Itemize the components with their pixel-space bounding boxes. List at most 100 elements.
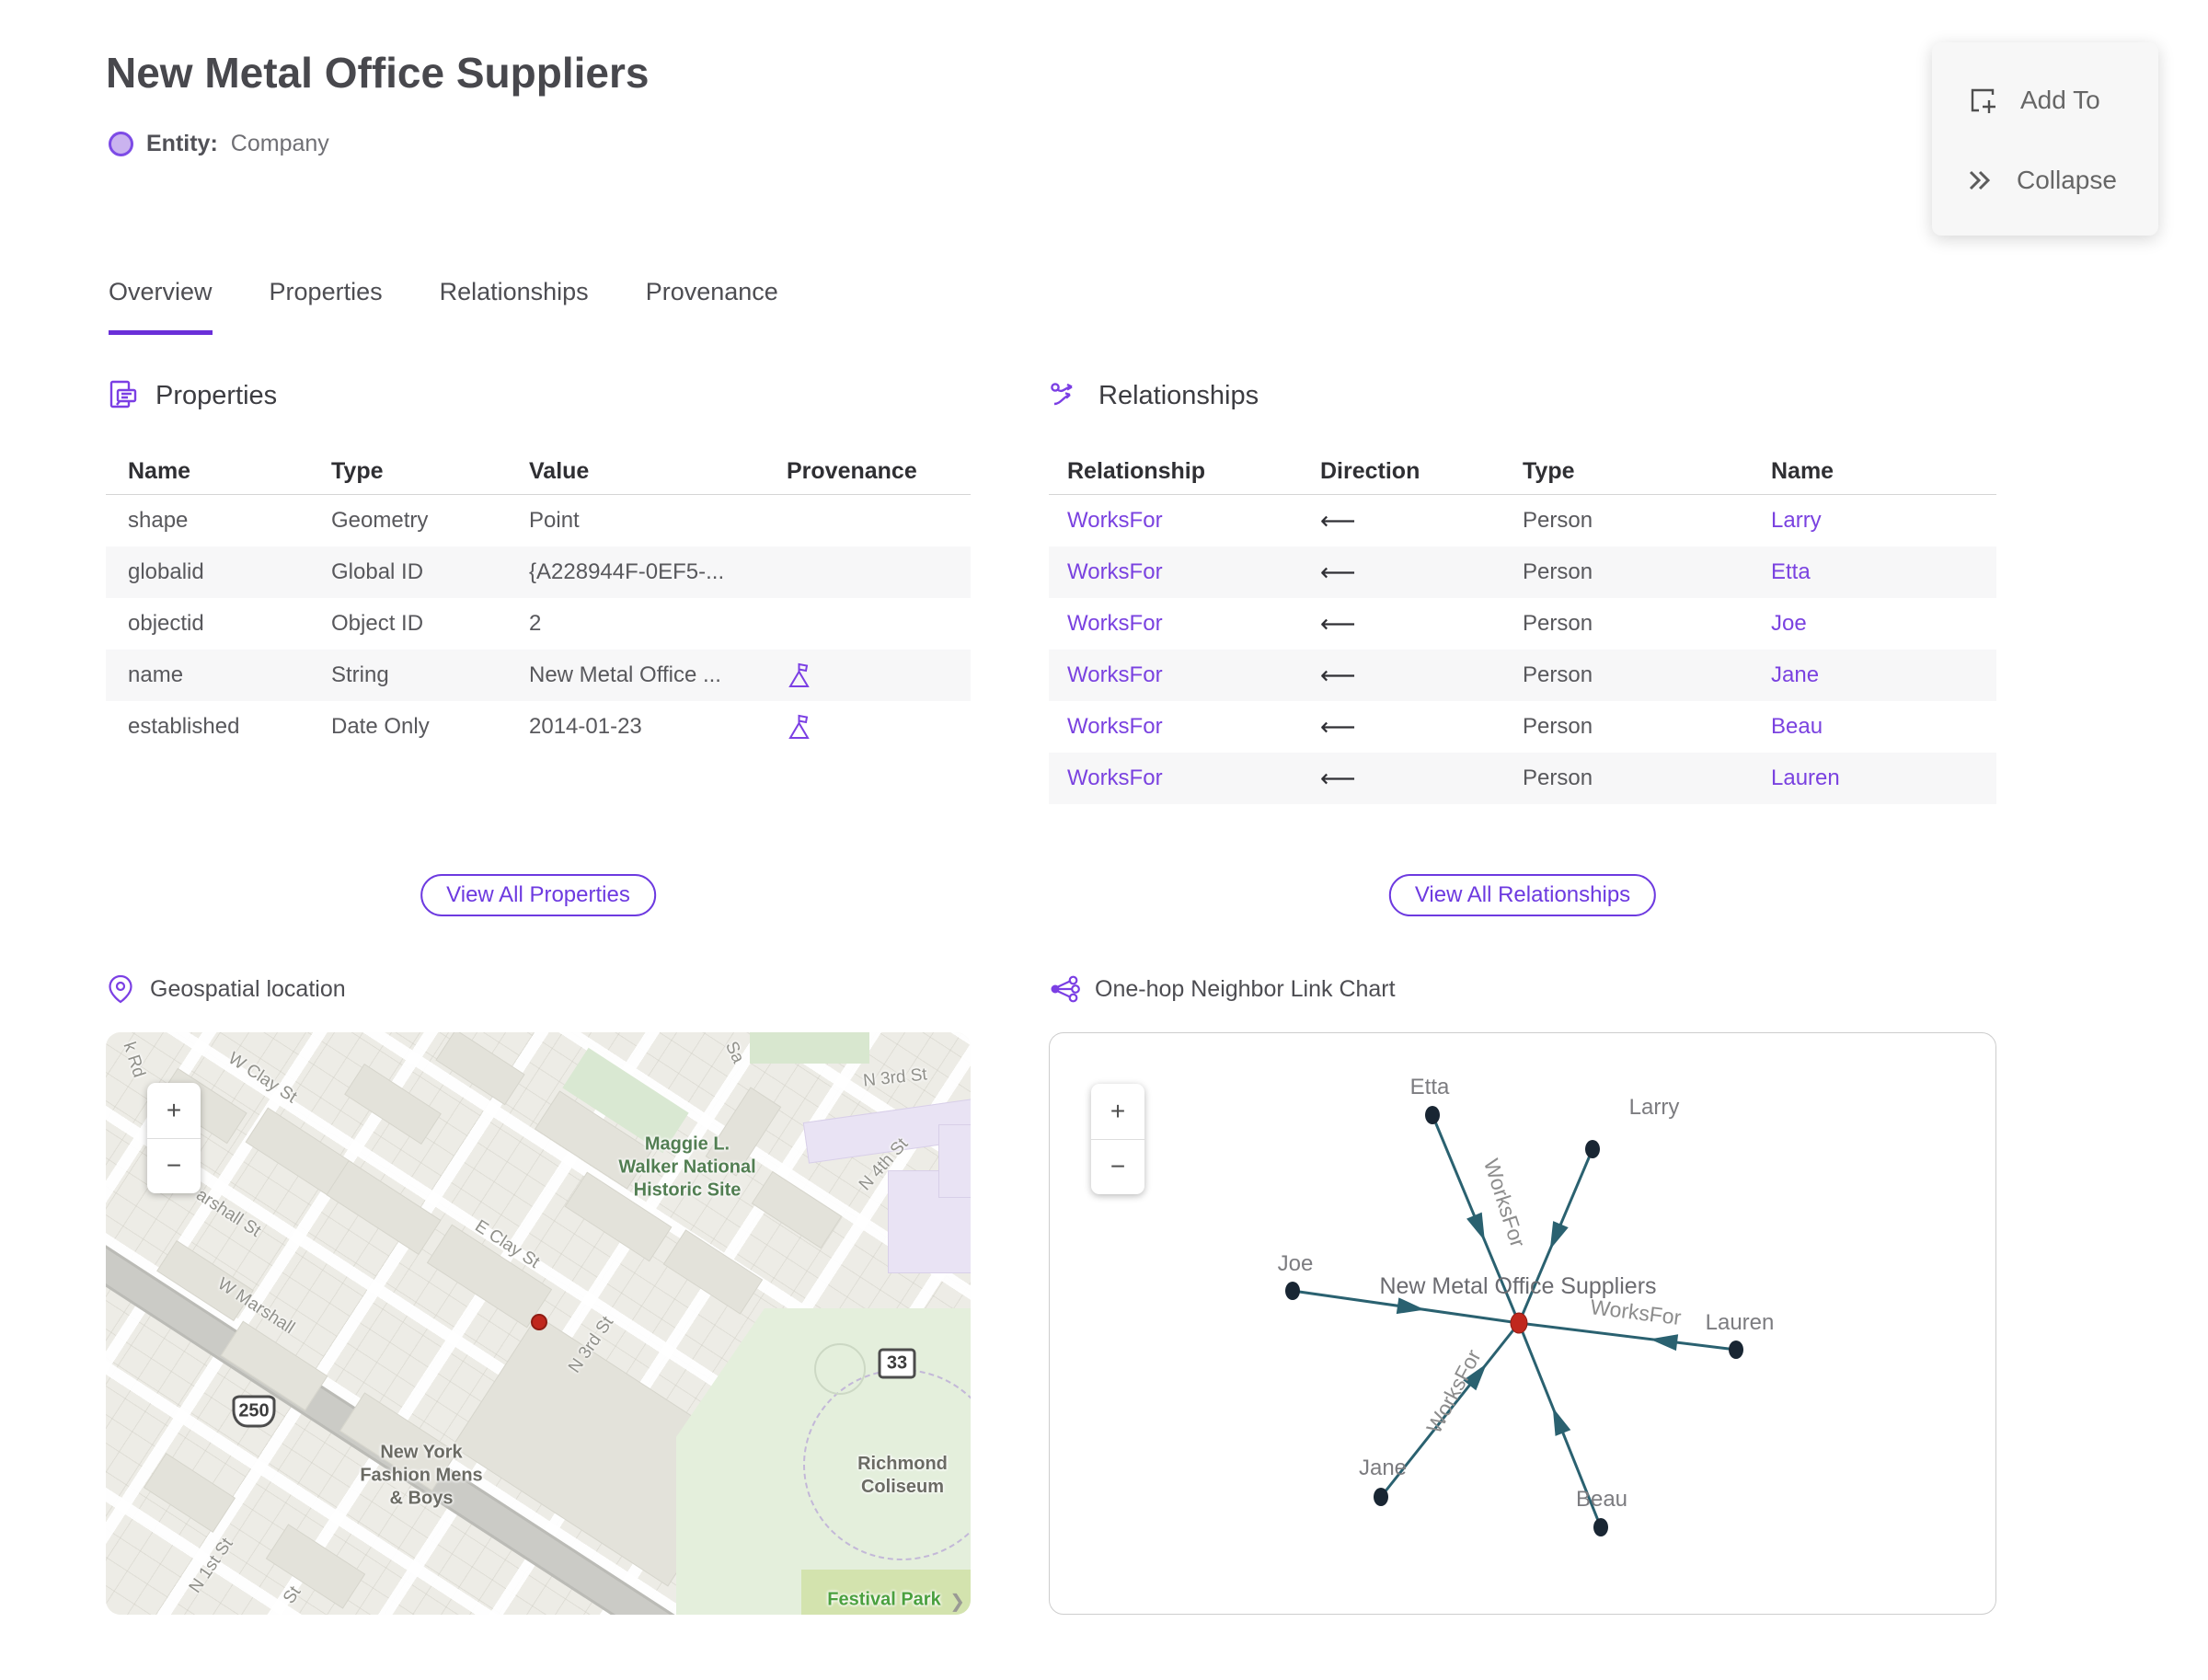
relationship-link[interactable]: WorksFor xyxy=(1067,559,1320,585)
map-place-label: Festival Park xyxy=(827,1589,941,1610)
relationship-row: WorksFor ⟵ Person Etta xyxy=(1049,547,1996,598)
graph-node-label: Lauren xyxy=(1706,1310,1775,1335)
collapse-button[interactable]: Collapse xyxy=(1965,165,2158,196)
entity-link[interactable]: Joe xyxy=(1771,611,1996,637)
map-zoom-in-button[interactable]: + xyxy=(147,1083,201,1139)
property-row: name String New Metal Office ... xyxy=(106,650,971,701)
graph-node-beau[interactable] xyxy=(1593,1518,1608,1536)
property-type: Date Only xyxy=(331,714,430,739)
entity-link[interactable]: Beau xyxy=(1771,714,1996,740)
entity-type-row: Entity: Company xyxy=(109,131,329,157)
graph-edge-arrowhead xyxy=(1552,1407,1571,1436)
properties-table-header: Name Type Value Provenance xyxy=(106,449,971,495)
property-provenance[interactable] xyxy=(787,713,971,741)
graph-node-joe[interactable] xyxy=(1285,1282,1300,1300)
column-header: Name xyxy=(128,458,191,484)
property-row: globalid Global ID {A228944F-0EF5-... xyxy=(106,547,971,598)
map-attribution-toggle-icon[interactable]: ❯ xyxy=(949,1590,965,1613)
property-name: objectid xyxy=(128,611,204,636)
column-header: Type xyxy=(1523,458,1575,484)
tab-overview[interactable]: Overview xyxy=(109,278,213,335)
graph-edge-label: WorksFor xyxy=(1479,1156,1531,1250)
entity-link[interactable]: Lauren xyxy=(1771,765,1996,791)
column-header: Direction xyxy=(1320,458,1420,484)
entity-link[interactable]: Jane xyxy=(1771,662,1996,688)
graph-center-label: New Metal Office Suppliers xyxy=(1379,1273,1656,1299)
chart-zoom-control: + − xyxy=(1091,1084,1144,1194)
link-chart[interactable]: Etta Larry Joe Jane Beau Lauren New Metal Offi… xyxy=(1049,1032,1996,1615)
properties-column: Properties Name Type Value Provenance shape G… xyxy=(106,375,971,1615)
map-zoom-control: + − xyxy=(147,1083,201,1193)
relationship-type: Person xyxy=(1523,662,1593,687)
tab-bar: Overview Properties Relationships Provenanc… xyxy=(109,278,778,335)
relationship-link[interactable]: WorksFor xyxy=(1067,765,1320,791)
relationship-type: Person xyxy=(1523,559,1593,584)
chart-zoom-out-button[interactable]: − xyxy=(1091,1140,1144,1195)
direction-arrow: ⟵ xyxy=(1320,712,1356,742)
graph-node-etta[interactable] xyxy=(1425,1106,1440,1124)
view-all-properties-button[interactable]: View All Properties xyxy=(420,874,656,916)
direction-arrow: ⟵ xyxy=(1320,506,1356,535)
floating-actions-panel: Add To Collapse xyxy=(1932,42,2158,236)
graph-edge-arrowhead xyxy=(1396,1297,1425,1315)
property-value: New Metal Office ... xyxy=(529,662,721,687)
graph-edge-arrowhead xyxy=(1549,1221,1569,1250)
page-title: New Metal Office Suppliers xyxy=(106,49,650,97)
direction-arrow: ⟵ xyxy=(1320,764,1356,793)
relationships-table: Relationship Direction Type Name WorksFor ⟵ Pe… xyxy=(1049,449,1996,804)
graph-edge-label: WorksFor xyxy=(1589,1295,1683,1329)
route-shield: 250 xyxy=(232,1395,276,1428)
graph-node-label: Etta xyxy=(1410,1075,1450,1099)
entity-link[interactable]: Larry xyxy=(1771,508,1996,534)
map[interactable]: k Rd W Clay St Sa N 3rd St N 4th St arshall S… xyxy=(106,1032,971,1615)
relationship-row: WorksFor ⟵ Person Jane xyxy=(1049,650,1996,701)
tab-properties[interactable]: Properties xyxy=(270,278,383,335)
map-zoom-out-button[interactable]: − xyxy=(147,1139,201,1194)
add-to-label: Add To xyxy=(2020,85,2100,114)
property-value: Point xyxy=(529,508,580,533)
add-to-icon xyxy=(1971,88,1995,113)
graph-center-node[interactable] xyxy=(1510,1312,1528,1334)
one-hop-icon xyxy=(1051,975,1080,1003)
property-type: String xyxy=(331,662,389,687)
relationship-row: WorksFor ⟵ Person Beau xyxy=(1049,701,1996,753)
relationship-link[interactable]: WorksFor xyxy=(1067,508,1320,534)
relationship-row: WorksFor ⟵ Person Larry xyxy=(1049,495,1996,547)
property-value: 2 xyxy=(529,611,542,636)
property-name: globalid xyxy=(128,559,204,584)
property-name: shape xyxy=(128,508,189,533)
map-location-marker[interactable] xyxy=(531,1314,547,1330)
provenance-flag-icon xyxy=(788,714,810,739)
provenance-flag-icon xyxy=(788,662,810,687)
entity-link[interactable]: Etta xyxy=(1771,559,1996,585)
graph-edge-arrowhead xyxy=(1466,1212,1485,1241)
view-all-relationships-button[interactable]: View All Relationships xyxy=(1388,874,1657,916)
column-header: Value xyxy=(529,458,590,484)
map-place-label: New York Fashion Mens & Boys xyxy=(360,1442,483,1509)
graph-edge-lauren[interactable] xyxy=(1518,1321,1737,1352)
graph-node-label: Beau xyxy=(1576,1487,1627,1512)
entity-type-dot-icon xyxy=(109,132,133,156)
chart-zoom-in-button[interactable]: + xyxy=(1091,1084,1144,1140)
relationship-type: Person xyxy=(1523,508,1593,533)
property-provenance[interactable] xyxy=(787,662,971,689)
graph-node-jane[interactable] xyxy=(1374,1488,1388,1506)
tab-provenance[interactable]: Provenance xyxy=(646,278,778,335)
map-building-civic xyxy=(938,1124,971,1198)
tab-relationships[interactable]: Relationships xyxy=(440,278,589,335)
link-chart-canvas: Etta Larry Joe Jane Beau Lauren New Metal Offi… xyxy=(1278,1075,1775,1536)
property-type: Global ID xyxy=(331,559,424,584)
relationship-link[interactable]: WorksFor xyxy=(1067,714,1320,740)
column-header: Relationship xyxy=(1067,458,1206,484)
add-to-button[interactable]: Add To xyxy=(1965,83,2158,118)
graph-node-lauren[interactable] xyxy=(1729,1341,1743,1359)
entity-type-value: Company xyxy=(230,131,329,156)
map-place-label: Richmond Coliseum xyxy=(857,1454,948,1497)
property-type: Geometry xyxy=(331,508,429,533)
relationship-link[interactable]: WorksFor xyxy=(1067,662,1320,688)
entity-details-page: New Metal Office Suppliers Entity: Compa… xyxy=(0,0,2208,1680)
graph-node-larry[interactable] xyxy=(1585,1140,1600,1158)
collapse-label: Collapse xyxy=(2017,165,2117,194)
relationship-link[interactable]: WorksFor xyxy=(1067,611,1320,637)
relationship-type: Person xyxy=(1523,611,1593,636)
